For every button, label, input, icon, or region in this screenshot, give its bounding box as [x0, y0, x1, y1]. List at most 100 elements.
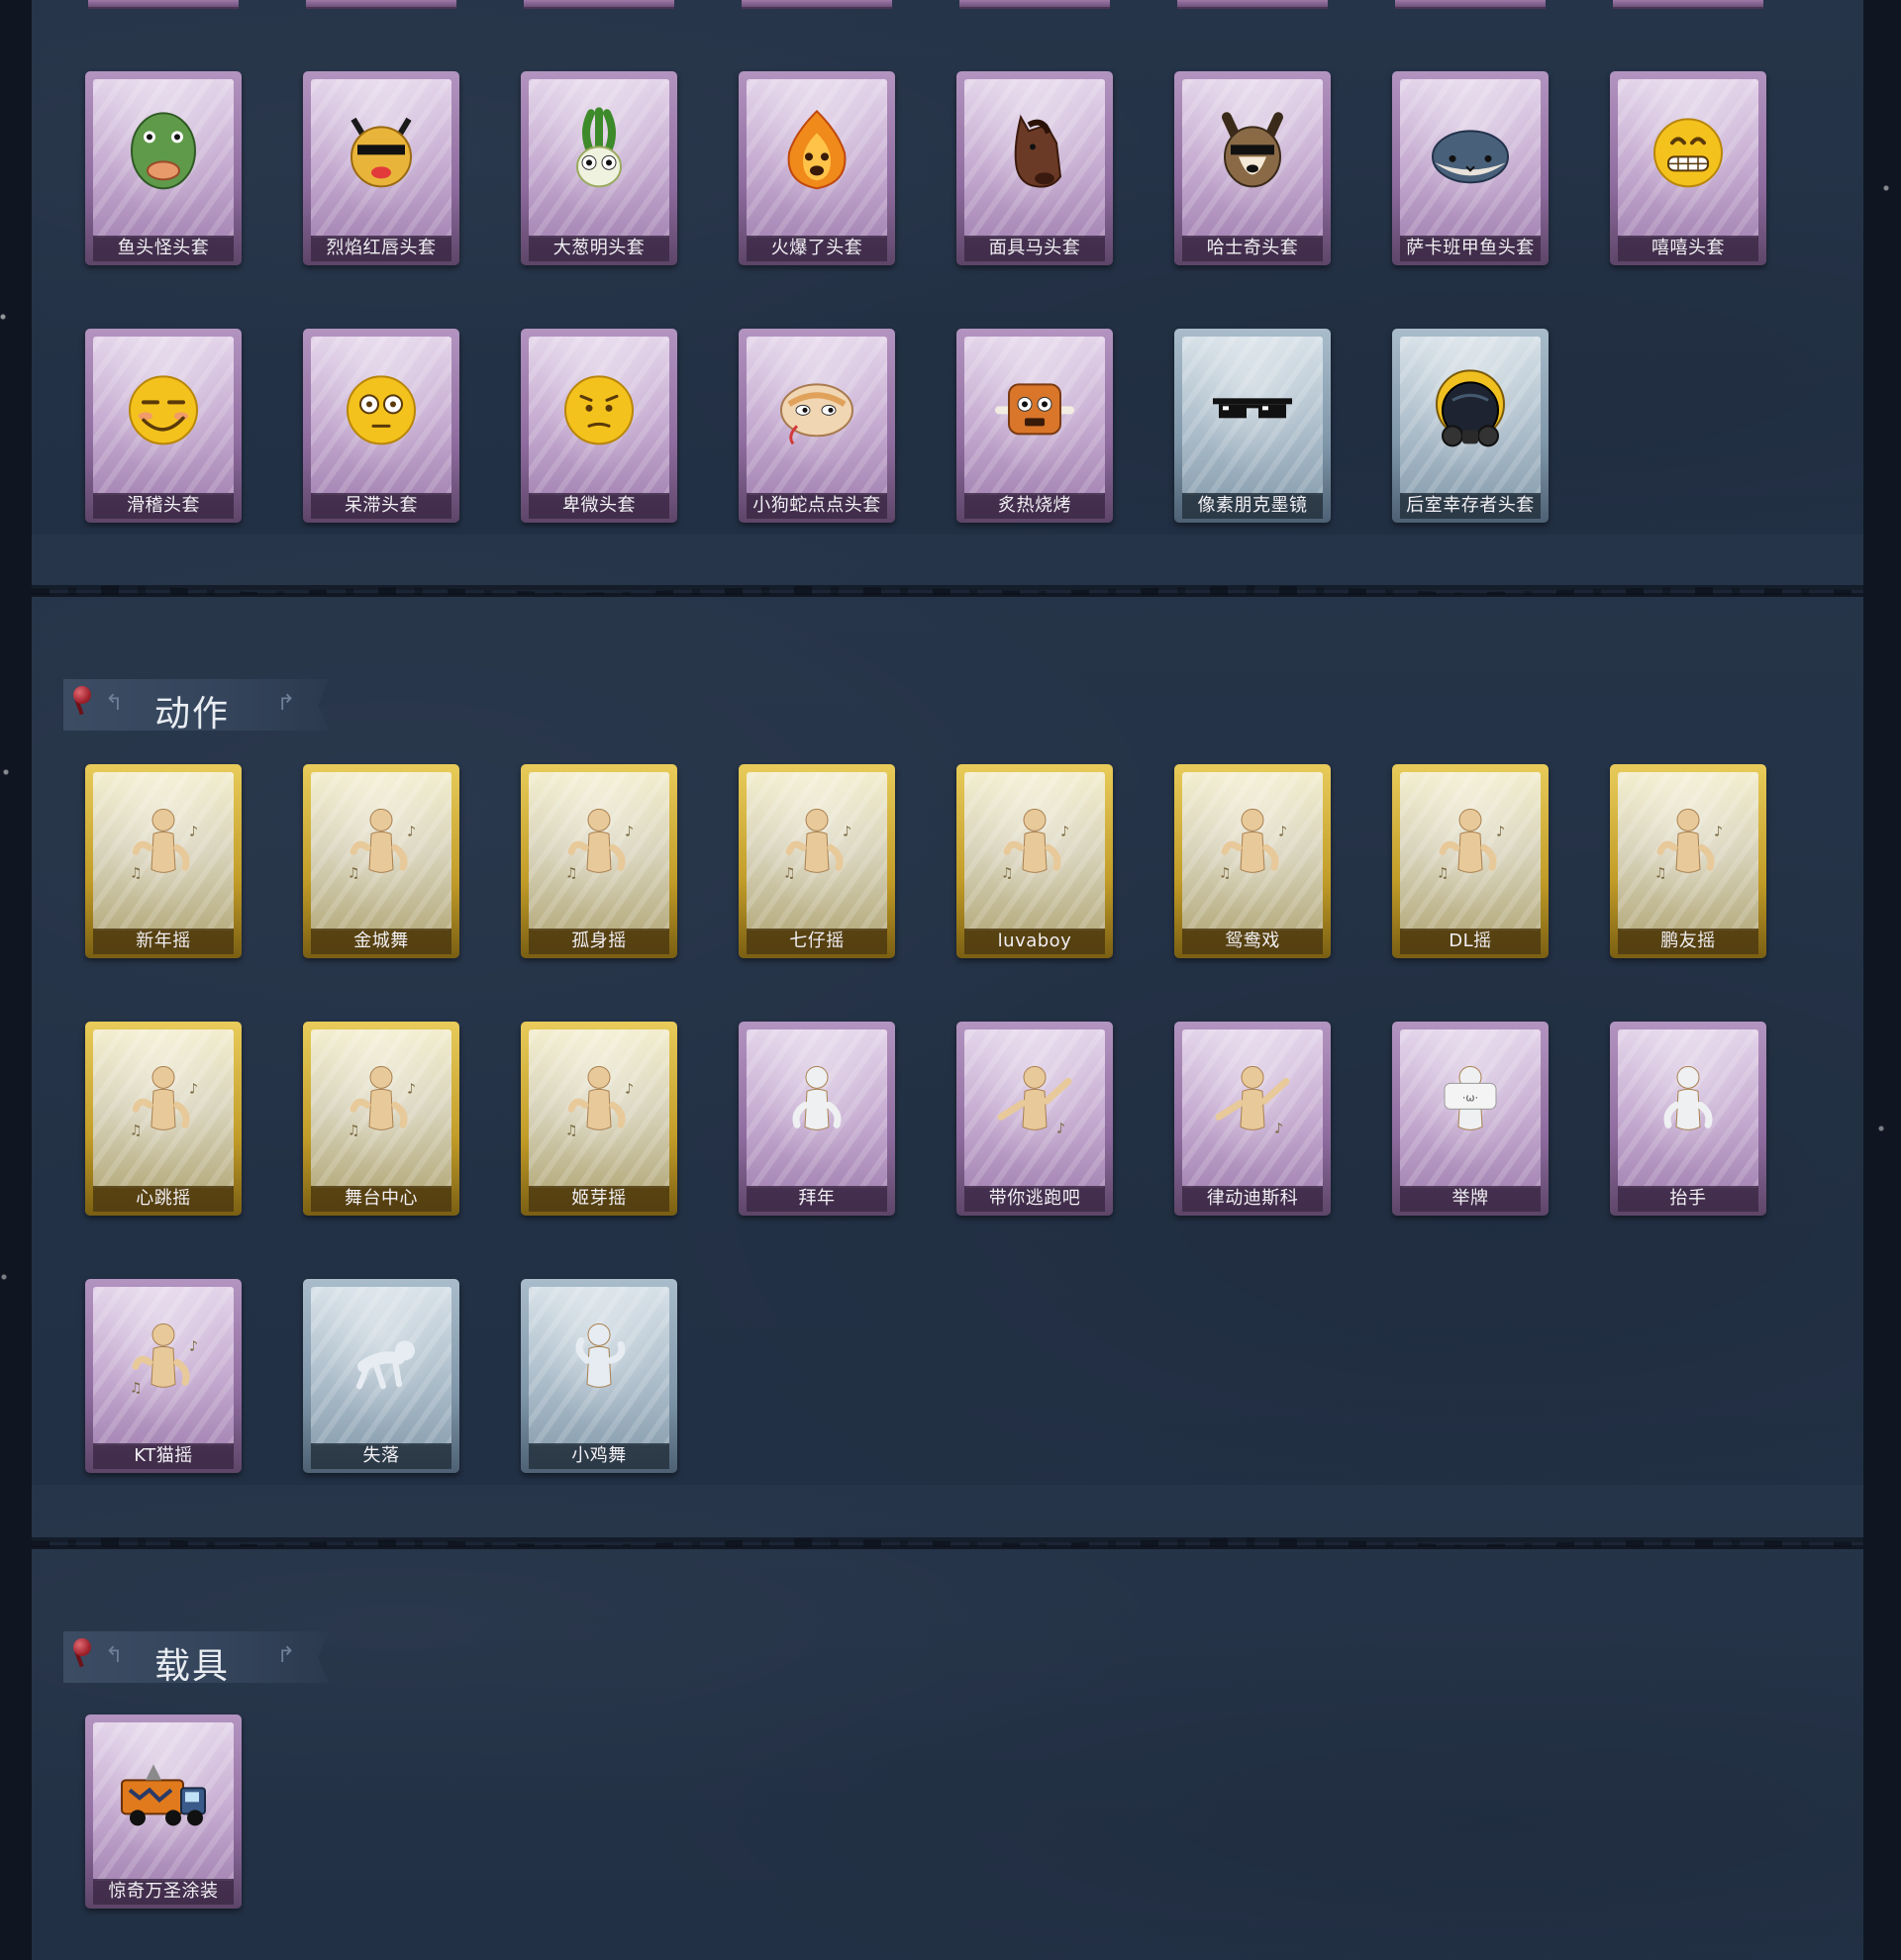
item-card[interactable]: 后室幸存者头套 — [1392, 329, 1549, 523]
card-art-background — [311, 337, 451, 495]
item-card[interactable]: ♪ ♫ KT猫摇 — [85, 1279, 242, 1473]
section-title: 动作 — [154, 694, 231, 735]
item-label: 失落 — [311, 1443, 451, 1469]
bow-figure-icon — [769, 1053, 864, 1148]
card-art-background — [93, 337, 234, 495]
svg-text:♫: ♫ — [1437, 865, 1450, 881]
dance-figure-icon: ♪ ♫ — [1423, 796, 1518, 891]
svg-text:♪: ♪ — [1496, 824, 1505, 839]
cropped-card-edge — [1395, 0, 1546, 9]
item-card[interactable]: 卑微头套 — [521, 329, 677, 523]
item-card[interactable]: 抬手 — [1610, 1022, 1766, 1216]
item-card[interactable]: 像素朋克墨镜 — [1174, 329, 1331, 523]
svg-text:♫: ♫ — [783, 865, 796, 881]
item-label: 哈士奇头套 — [1182, 236, 1323, 261]
snake-head-icon — [769, 360, 864, 455]
card-art-background: ♪ — [964, 1029, 1105, 1188]
gas-mask-helmet-icon — [1423, 360, 1518, 455]
item-label: luvaboy — [964, 929, 1105, 954]
card-art-background: ·ω· — [1400, 1029, 1541, 1188]
item-card[interactable]: ♪ ♫ DL摇 — [1392, 764, 1549, 958]
svg-text:♪: ♪ — [625, 824, 634, 839]
item-card[interactable]: ♪ ♫ 姬芽摇 — [521, 1022, 677, 1216]
item-label: 惊奇万圣涂装 — [93, 1879, 234, 1905]
item-card[interactable]: ♪ 带你逃跑吧 — [956, 1022, 1113, 1216]
card-art-background — [311, 79, 451, 238]
item-label: 面具马头套 — [964, 236, 1105, 261]
item-card[interactable]: 小狗蛇点点头套 — [739, 329, 895, 523]
svg-text:♫: ♫ — [565, 1123, 578, 1138]
svg-text:♪: ♪ — [189, 1081, 198, 1097]
item-card[interactable]: ♪ 律动迪斯科 — [1174, 1022, 1331, 1216]
dance-figure-icon: ♪ ♫ — [987, 796, 1082, 891]
item-label: 鸳鸯戏 — [1182, 929, 1323, 954]
card-art-background: ♪ ♫ — [529, 772, 669, 931]
card-art-background — [93, 1722, 234, 1881]
cropped-card-edge — [524, 0, 674, 9]
item-label: 带你逃跑吧 — [964, 1186, 1105, 1212]
svg-text:♫: ♫ — [130, 1123, 143, 1138]
item-card[interactable]: ♪ ♫ 新年摇 — [85, 764, 242, 958]
dance-figure-icon: ♪ ♫ — [116, 1311, 211, 1406]
item-card[interactable]: 哈士奇头套 — [1174, 71, 1331, 265]
item-card[interactable]: ♪ ♫ 舞台中心 — [303, 1022, 459, 1216]
dazed-emoji-icon — [334, 360, 429, 455]
item-card[interactable]: 鱼头怪头套 — [85, 71, 242, 265]
card-art-background: ♪ ♫ — [1400, 772, 1541, 931]
svg-text:♫: ♫ — [565, 865, 578, 881]
card-art-background — [747, 1029, 887, 1188]
svg-text:♫: ♫ — [130, 865, 143, 881]
item-card[interactable]: ·ω· 举牌 — [1392, 1022, 1549, 1216]
section-header-actions: ↰ 动作 ↱ — [63, 679, 329, 731]
item-card[interactable]: 炙热烧烤 — [956, 329, 1113, 523]
svg-text:♪: ♪ — [407, 1081, 416, 1097]
item-card[interactable]: 呆滞头套 — [303, 329, 459, 523]
item-card[interactable]: ♪ ♫ 七仔摇 — [739, 764, 895, 958]
bbq-block-icon — [987, 360, 1082, 455]
pushpin-icon — [73, 686, 91, 704]
item-label: 七仔摇 — [747, 929, 887, 954]
smirk-emoji-icon — [116, 360, 211, 455]
item-card[interactable]: ♪ ♫ 鹏友摇 — [1610, 764, 1766, 958]
item-label: 心跳摇 — [93, 1186, 234, 1212]
item-card[interactable]: ♪ ♫ 孤身摇 — [521, 764, 677, 958]
curl-right-icon: ↱ — [276, 691, 295, 716]
item-card[interactable]: ♪ ♫ 心跳摇 — [85, 1022, 242, 1216]
item-card[interactable]: 火爆了头套 — [739, 71, 895, 265]
item-card[interactable]: 惊奇万圣涂装 — [85, 1715, 242, 1909]
card-art-background — [747, 337, 887, 495]
dance-figure-icon: ♪ ♫ — [551, 796, 647, 891]
card-art-background: ♪ ♫ — [311, 1029, 451, 1188]
card-art-background — [529, 79, 669, 238]
item-card[interactable]: ♪ ♫ 金城舞 — [303, 764, 459, 958]
svg-text:♪: ♪ — [1714, 824, 1723, 839]
card-art-background — [529, 337, 669, 495]
item-card[interactable]: 失落 — [303, 1279, 459, 1473]
item-card[interactable]: 萨卡班甲鱼头套 — [1392, 71, 1549, 265]
fish-head-mask-icon — [116, 103, 211, 198]
item-card[interactable]: 大葱明头套 — [521, 71, 677, 265]
item-card[interactable]: 小鸡舞 — [521, 1279, 677, 1473]
dance-figure-icon: ♪ ♫ — [769, 796, 864, 891]
item-label: 炙热烧烤 — [964, 493, 1105, 519]
item-card[interactable]: ♪ ♫ 鸳鸯戏 — [1174, 764, 1331, 958]
dance-figure-icon: ♪ ♫ — [551, 1053, 647, 1148]
dance-figure-icon: ♪ ♫ — [334, 796, 429, 891]
item-label: 像素朋克墨镜 — [1182, 493, 1323, 519]
item-card[interactable]: ♪ ♫ luvaboy — [956, 764, 1113, 958]
curl-left-icon: ↰ — [105, 1643, 124, 1668]
item-card[interactable]: 滑稽头套 — [85, 329, 242, 523]
item-card[interactable]: 拜年 — [739, 1022, 895, 1216]
section-divider — [32, 578, 1863, 604]
item-label: 萨卡班甲鱼头套 — [1400, 236, 1541, 261]
item-card[interactable]: 烈焰红唇头套 — [303, 71, 459, 265]
item-card[interactable]: 面具马头套 — [956, 71, 1113, 265]
horse-mask-icon — [987, 103, 1082, 198]
item-card[interactable]: 嘻嘻头套 — [1610, 71, 1766, 265]
item-label: 抬手 — [1618, 1186, 1758, 1212]
item-label: 嘻嘻头套 — [1618, 236, 1758, 261]
svg-text:♫: ♫ — [1219, 865, 1232, 881]
fish-blob-icon — [1423, 103, 1518, 198]
item-label: 小狗蛇点点头套 — [747, 493, 887, 519]
card-art-background — [1182, 337, 1323, 495]
